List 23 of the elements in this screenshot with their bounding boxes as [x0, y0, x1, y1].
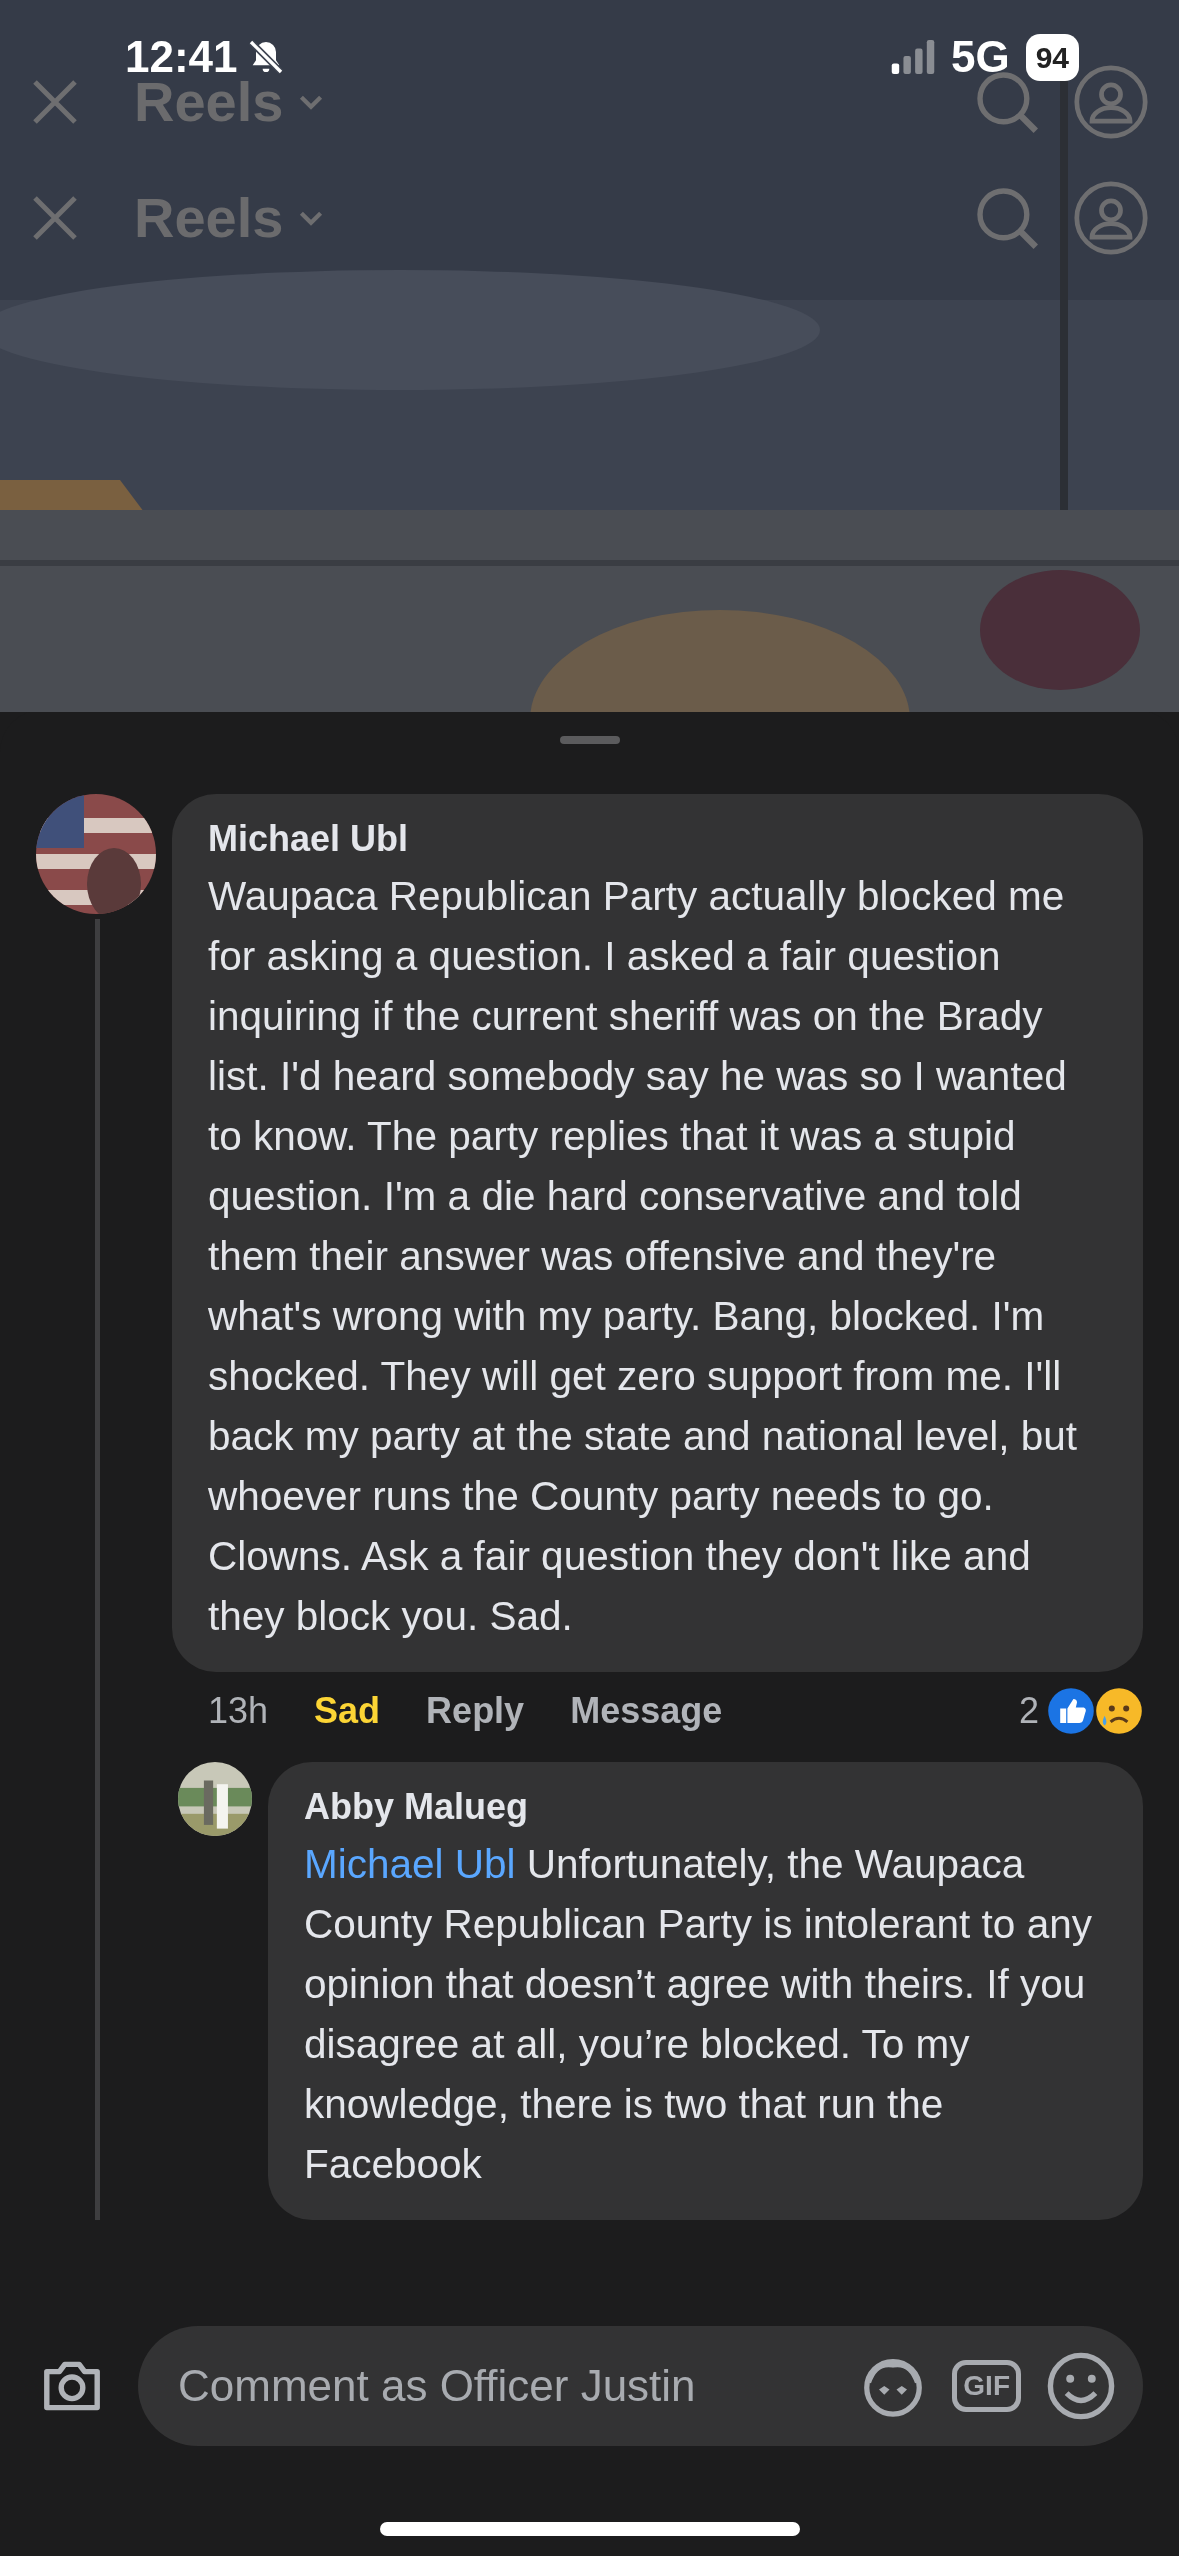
emoji-icon[interactable]: [1045, 2350, 1117, 2422]
timestamp: 13h: [208, 1689, 269, 1733]
chevron-down-icon[interactable]: [299, 94, 324, 110]
reaction-link[interactable]: Sad: [314, 1684, 381, 1738]
author-name[interactable]: Michael Ubl: [208, 812, 1107, 866]
comment-field[interactable]: Comment as Officer Justin GIF: [138, 2326, 1143, 2446]
action-link[interactable]: Reply: [426, 1684, 525, 1738]
thumbs-up-icon: [1047, 1687, 1095, 1735]
reaction-count: 2: [1018, 1689, 1039, 1733]
mention-link[interactable]: Michael Ubl: [304, 1841, 516, 1887]
comment-text: Waupaca Republican Party actually blocked me for asking a question. I asked a fair question inquiring if the current sheriff was on the Brady list. I'd heard somebody say he was so I wanted to know. The party replies that it was a stupid question. I'm a die hard conservative and told them their answer was offensive and they're what's wrong with my party. Bang, blocked. I'm shocked. They will get zero support from me. I'll back my party at the state and national level, but whoever runs the County party needs to go. Clowns. Ask a fair question they don't like and they block you. Sad.: [208, 872, 1078, 1641]
chevron-down-icon[interactable]: [299, 210, 324, 226]
author-name[interactable]: Abby Malueg: [304, 1780, 1107, 1834]
gif-button[interactable]: GIF: [952, 2360, 1021, 2412]
profile-icon[interactable]: [1073, 180, 1149, 256]
comment-text: Michael Ubl Unfortunately, the Waupaca County Republican Party is intolerant to any opinion that doesn’t agree with theirs. If you disagree at all, you’re blocked. To my knowledge, there is two that run the Facebook: [304, 1840, 1093, 2189]
drag-handle[interactable]: [559, 736, 620, 744]
sad-face-icon: [1095, 1687, 1143, 1735]
network-label: 5G: [950, 31, 1010, 83]
action-link[interactable]: Message: [570, 1684, 723, 1738]
signal-icon: [890, 40, 935, 74]
clock-time: 12:41: [125, 31, 238, 81]
profile-icon[interactable]: [1073, 64, 1149, 140]
